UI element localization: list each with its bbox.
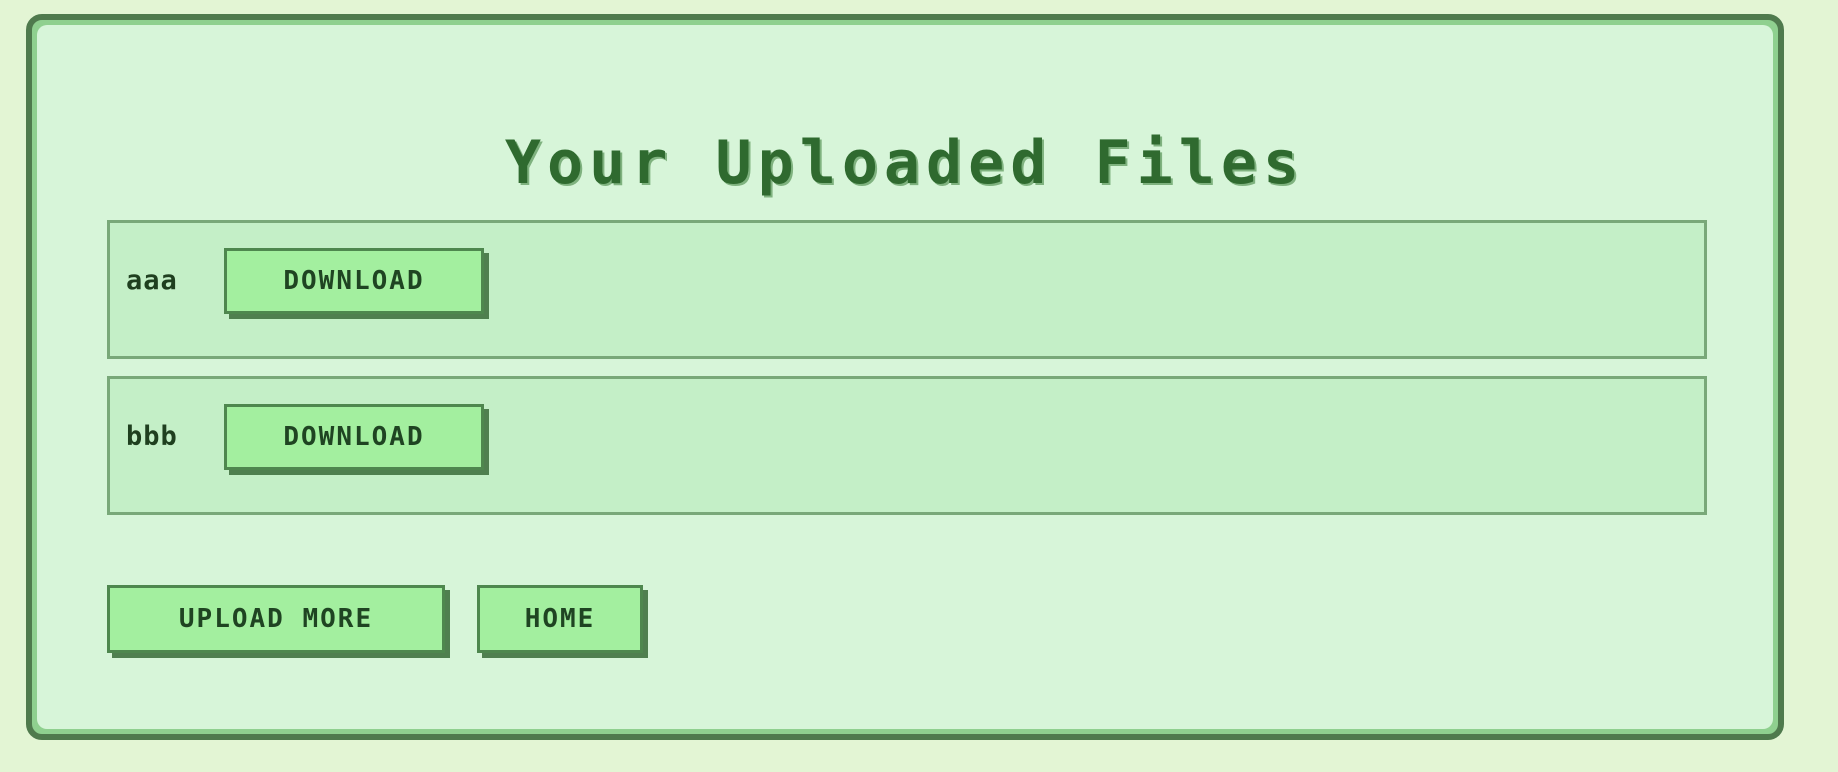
file-list: aaa DOWNLOAD bbb DOWNLOAD [107,220,1707,532]
action-buttons: UPLOAD MORE HOME [107,585,643,653]
file-name: bbb [126,421,178,452]
upload-more-button[interactable]: UPLOAD MORE [107,585,445,653]
download-button[interactable]: DOWNLOAD [224,403,484,470]
file-row: bbb DOWNLOAD [107,376,1707,515]
home-button[interactable]: HOME [477,585,643,653]
files-panel-frame: Your Uploaded Files aaa DOWNLOAD bbb DOW… [26,14,1784,740]
page-title: Your Uploaded Files [504,128,1306,198]
file-row: aaa DOWNLOAD [107,220,1707,359]
download-button[interactable]: DOWNLOAD [224,247,484,314]
files-panel: Your Uploaded Files aaa DOWNLOAD bbb DOW… [37,25,1773,729]
file-name: aaa [126,265,178,296]
